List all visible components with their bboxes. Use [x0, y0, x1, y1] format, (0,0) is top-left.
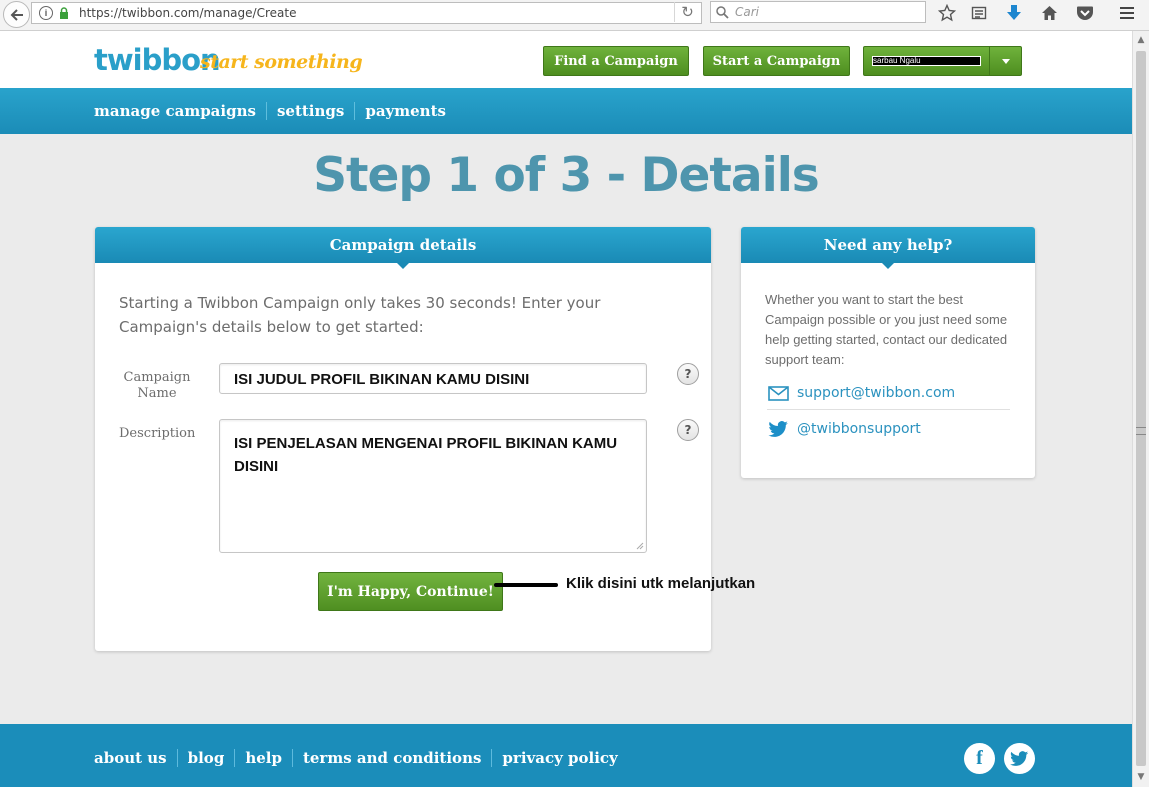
description-label: Description: [119, 426, 196, 441]
question-icon: ?: [684, 367, 692, 381]
footer-link-help[interactable]: help: [234, 749, 292, 767]
help-divider: [767, 409, 1010, 410]
help-text: Whether you want to start the best Campa…: [765, 292, 1008, 367]
reload-icon[interactable]: ↻: [674, 2, 700, 22]
start-campaign-button[interactable]: Start a Campaign: [703, 46, 850, 76]
search-icon: [716, 5, 729, 19]
continue-button[interactable]: I'm Happy, Continue!: [318, 572, 503, 611]
home-icon[interactable]: [1038, 2, 1060, 24]
scroll-down-arrow[interactable]: ▼: [1135, 771, 1147, 783]
facebook-icon[interactable]: f: [964, 743, 995, 774]
site-header: twibbon start something Find a Campaign …: [0, 31, 1132, 88]
subnav-payments[interactable]: payments: [354, 102, 456, 120]
scrollbar-grip: [1136, 427, 1146, 435]
help-panel-header: Need any help?: [741, 227, 1035, 269]
twitter-icon[interactable]: [1004, 743, 1035, 774]
url-text: https://twibbon.com/manage/Create: [79, 6, 297, 20]
help-panel: Need any help? Whether you want to start…: [741, 227, 1035, 478]
twitter-support-link[interactable]: @twibbonsupport: [767, 420, 921, 438]
campaign-name-help-button[interactable]: ?: [677, 363, 699, 385]
facebook-glyph: f: [976, 747, 983, 769]
page-scrollbar[interactable]: ▲ ▼: [1132, 31, 1149, 787]
account-subnav: manage campaigns settings payments: [0, 88, 1132, 134]
url-bar[interactable]: i https://twibbon.com/manage/Create: [31, 2, 702, 24]
find-campaign-button[interactable]: Find a Campaign: [543, 46, 689, 76]
campaign-name-value: ISI JUDUL PROFIL BIKINAN KAMU DISINI: [234, 371, 530, 388]
user-menu-button[interactable]: sarbau Ngalu: [863, 46, 1022, 76]
footer-link-blog[interactable]: blog: [176, 749, 235, 767]
tagline: start something: [200, 51, 363, 73]
mail-icon: [767, 384, 789, 402]
resize-grip-icon[interactable]: [635, 541, 644, 550]
search-placeholder: Cari: [735, 5, 759, 19]
download-icon[interactable]: [1003, 2, 1025, 24]
scrollbar-thumb[interactable]: [1136, 51, 1146, 766]
campaign-name-input[interactable]: ISI JUDUL PROFIL BIKINAN KAMU DISINI: [219, 363, 647, 394]
question-icon: ?: [684, 423, 692, 437]
search-bar[interactable]: Cari: [710, 1, 926, 23]
footer-link-terms[interactable]: terms and conditions: [291, 749, 491, 767]
footer-links: about us blog help terms and conditions …: [94, 749, 628, 767]
reading-list-icon[interactable]: [968, 2, 990, 24]
campaign-name-label: Campaign Name: [123, 370, 191, 401]
lock-icon: [59, 7, 69, 19]
annotation-pointer-line: [494, 583, 558, 587]
support-email-link[interactable]: support@twibbon.com: [767, 384, 955, 402]
support-email-text: support@twibbon.com: [797, 385, 956, 401]
annotation-text: Klik disini utk melanjutkan: [566, 575, 756, 592]
back-button[interactable]: [3, 1, 30, 28]
footer-link-privacy[interactable]: privacy policy: [491, 749, 627, 767]
info-icon[interactable]: i: [39, 6, 53, 20]
scroll-up-arrow[interactable]: ▲: [1135, 34, 1147, 46]
browser-toolbar: i https://twibbon.com/manage/Create ↻ Ca…: [0, 0, 1149, 31]
back-arrow-icon: [10, 8, 23, 21]
menu-icon[interactable]: [1116, 2, 1138, 24]
subnav-manage-campaigns[interactable]: manage campaigns: [94, 102, 266, 120]
twitter-support-text: @twibbonsupport: [797, 421, 921, 437]
page-title: Step 1 of 3 - Details: [313, 148, 820, 203]
caret-down-icon[interactable]: [990, 47, 1021, 75]
description-value: ISI PENJELASAN MENGENAI PROFIL BIKINAN K…: [234, 435, 618, 475]
panel-header: Campaign details: [95, 227, 711, 269]
star-icon[interactable]: [936, 2, 958, 24]
user-name: sarbau Ngalu: [872, 56, 981, 66]
footer-link-about[interactable]: about us: [94, 749, 177, 767]
description-help-button[interactable]: ?: [677, 419, 699, 441]
subnav-settings[interactable]: settings: [265, 102, 354, 120]
site-footer: about us blog help terms and conditions …: [0, 724, 1132, 787]
intro-text: Starting a Twibbon Campaign only takes 3…: [119, 294, 601, 336]
description-textarea[interactable]: ISI PENJELASAN MENGENAI PROFIL BIKINAN K…: [219, 419, 647, 553]
pocket-icon[interactable]: [1074, 2, 1096, 24]
twitter-icon: [767, 420, 789, 438]
